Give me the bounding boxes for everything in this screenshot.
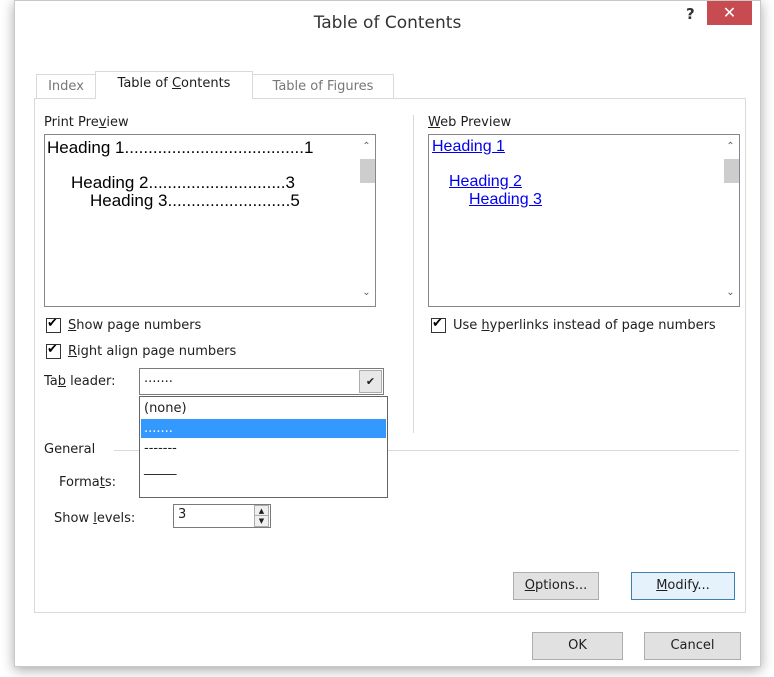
line-text: Heading 3 xyxy=(90,191,168,210)
show-page-numbers-label[interactable]: Show page numbers xyxy=(68,318,201,333)
tab-panel: Print Preview Heading 1.................… xyxy=(34,98,746,613)
column-divider xyxy=(413,115,414,433)
label-post: iew xyxy=(106,115,129,130)
print-preview-line-1: Heading 1...............................… xyxy=(47,138,313,158)
label-accel: b xyxy=(57,374,67,389)
show-page-numbers-checkbox[interactable] xyxy=(46,316,61,333)
line-text: Heading 2 xyxy=(71,173,149,192)
use-hyperlinks-checkbox[interactable] xyxy=(431,316,446,333)
label-pre: Forma xyxy=(59,475,100,490)
print-preview-line-3: Heading 3..........................5 xyxy=(90,191,300,211)
table-of-contents-dialog: Table of Contents ? ✕ Index Table of Con… xyxy=(14,0,761,667)
line-leader: ...................................... xyxy=(124,138,304,157)
label-post: eb Preview xyxy=(440,115,512,130)
title-bar[interactable]: Table of Contents ? ✕ xyxy=(15,1,760,39)
tab-leader-dropdown-list[interactable]: (none) ....... ------- _____ xyxy=(139,396,388,498)
line-text: Heading 1 xyxy=(47,138,125,157)
cancel-button[interactable]: Cancel xyxy=(644,632,741,660)
scroll-thumb[interactable] xyxy=(360,159,375,183)
web-preview-scrollbar[interactable]: ⌃ ⌄ xyxy=(722,135,739,306)
tab-label-pre: Table of xyxy=(117,76,172,91)
tab-label-accel: C xyxy=(171,76,182,91)
tab-leader-select[interactable]: ....... ✔ xyxy=(139,368,384,395)
scroll-down-icon[interactable]: ⌄ xyxy=(722,287,739,298)
tab-label-post: ontents xyxy=(181,76,231,91)
right-align-checkbox[interactable] xyxy=(46,342,61,359)
label-post: yperlinks instead of page numbers xyxy=(489,318,716,333)
right-align-label[interactable]: Right align page numbers xyxy=(68,344,236,359)
label-pre: Use xyxy=(453,318,482,333)
label-post: ight align page numbers xyxy=(77,344,237,359)
spin-down-icon[interactable]: ▼ xyxy=(254,515,269,527)
options-button[interactable]: Options... xyxy=(513,572,599,600)
scroll-up-icon[interactable]: ⌃ xyxy=(722,141,739,152)
line-page: 5 xyxy=(290,191,300,210)
line-leader: ............................. xyxy=(148,173,286,192)
label-post: s: xyxy=(104,475,116,490)
label-accel: R xyxy=(68,344,78,359)
show-levels-value: 3 xyxy=(178,507,187,522)
dropdown-option-none[interactable]: (none) xyxy=(141,399,386,418)
web-preview-box[interactable]: Heading 1 Heading 2 Heading 3 ⌃ ⌄ xyxy=(428,134,740,307)
scroll-down-icon[interactable]: ⌄ xyxy=(358,287,375,298)
dropdown-button[interactable]: ✔ xyxy=(359,370,382,393)
formats-label: Formats: xyxy=(59,475,116,490)
tab-table-of-contents[interactable]: Table of Contents xyxy=(95,71,253,99)
label-accel: O xyxy=(524,578,535,593)
help-button[interactable]: ? xyxy=(686,5,695,23)
dropdown-option-dots[interactable]: ....... xyxy=(141,419,386,438)
web-preview-label: Web Preview xyxy=(428,115,511,130)
general-section-label: General xyxy=(44,442,96,457)
tab-leader-value: ....... xyxy=(144,371,173,386)
print-preview-box[interactable]: Heading 1...............................… xyxy=(44,134,376,307)
label-pre: Print Pre xyxy=(44,115,99,130)
close-icon: ✕ xyxy=(722,3,737,22)
close-button[interactable]: ✕ xyxy=(707,1,752,25)
line-page: 1 xyxy=(304,138,314,157)
label-post: how page numbers xyxy=(76,318,202,333)
dropdown-option-dashes[interactable]: ------- xyxy=(141,439,386,458)
label-pre: Show xyxy=(54,511,94,526)
label-accel: W xyxy=(428,115,441,130)
ok-button[interactable]: OK xyxy=(532,632,623,660)
dialog-title: Table of Contents xyxy=(313,13,462,33)
print-preview-scrollbar[interactable]: ⌃ ⌄ xyxy=(358,135,375,306)
dropdown-option-underline[interactable]: _____ xyxy=(141,459,386,478)
scroll-up-icon[interactable]: ⌃ xyxy=(358,141,375,152)
print-preview-line-2: Heading 2.............................3 xyxy=(71,173,295,193)
tab-figures-label: Table of Figures xyxy=(272,79,374,94)
show-levels-spinner[interactable]: 3 ▲ ▼ xyxy=(173,504,271,528)
chevron-down-icon: ✔ xyxy=(365,375,376,388)
web-preview-link-2[interactable]: Heading 2 xyxy=(449,173,522,191)
label-accel: M xyxy=(656,578,668,593)
label-post: leader: xyxy=(66,374,116,389)
modify-button[interactable]: Modify... xyxy=(631,572,735,600)
line-page: 3 xyxy=(285,173,295,192)
label-pre: Ta xyxy=(44,374,58,389)
web-preview-link-1[interactable]: Heading 1 xyxy=(432,138,505,156)
show-levels-label: Show levels: xyxy=(54,511,135,526)
tab-leader-label: Tab leader: xyxy=(44,374,116,389)
tab-index[interactable]: Index xyxy=(36,74,96,99)
label-post: odify... xyxy=(667,578,710,593)
tab-table-of-figures[interactable]: Table of Figures xyxy=(252,74,394,99)
print-preview-label: Print Preview xyxy=(44,115,129,130)
tab-index-label: Index xyxy=(48,79,84,94)
web-preview-link-3[interactable]: Heading 3 xyxy=(469,191,542,209)
line-leader: .......................... xyxy=(167,191,291,210)
label-accel: h xyxy=(481,318,490,333)
scroll-thumb[interactable] xyxy=(724,159,739,183)
label-post: evels: xyxy=(96,511,136,526)
use-hyperlinks-label[interactable]: Use hyperlinks instead of page numbers xyxy=(453,318,716,333)
label-post: ptions... xyxy=(534,578,588,593)
